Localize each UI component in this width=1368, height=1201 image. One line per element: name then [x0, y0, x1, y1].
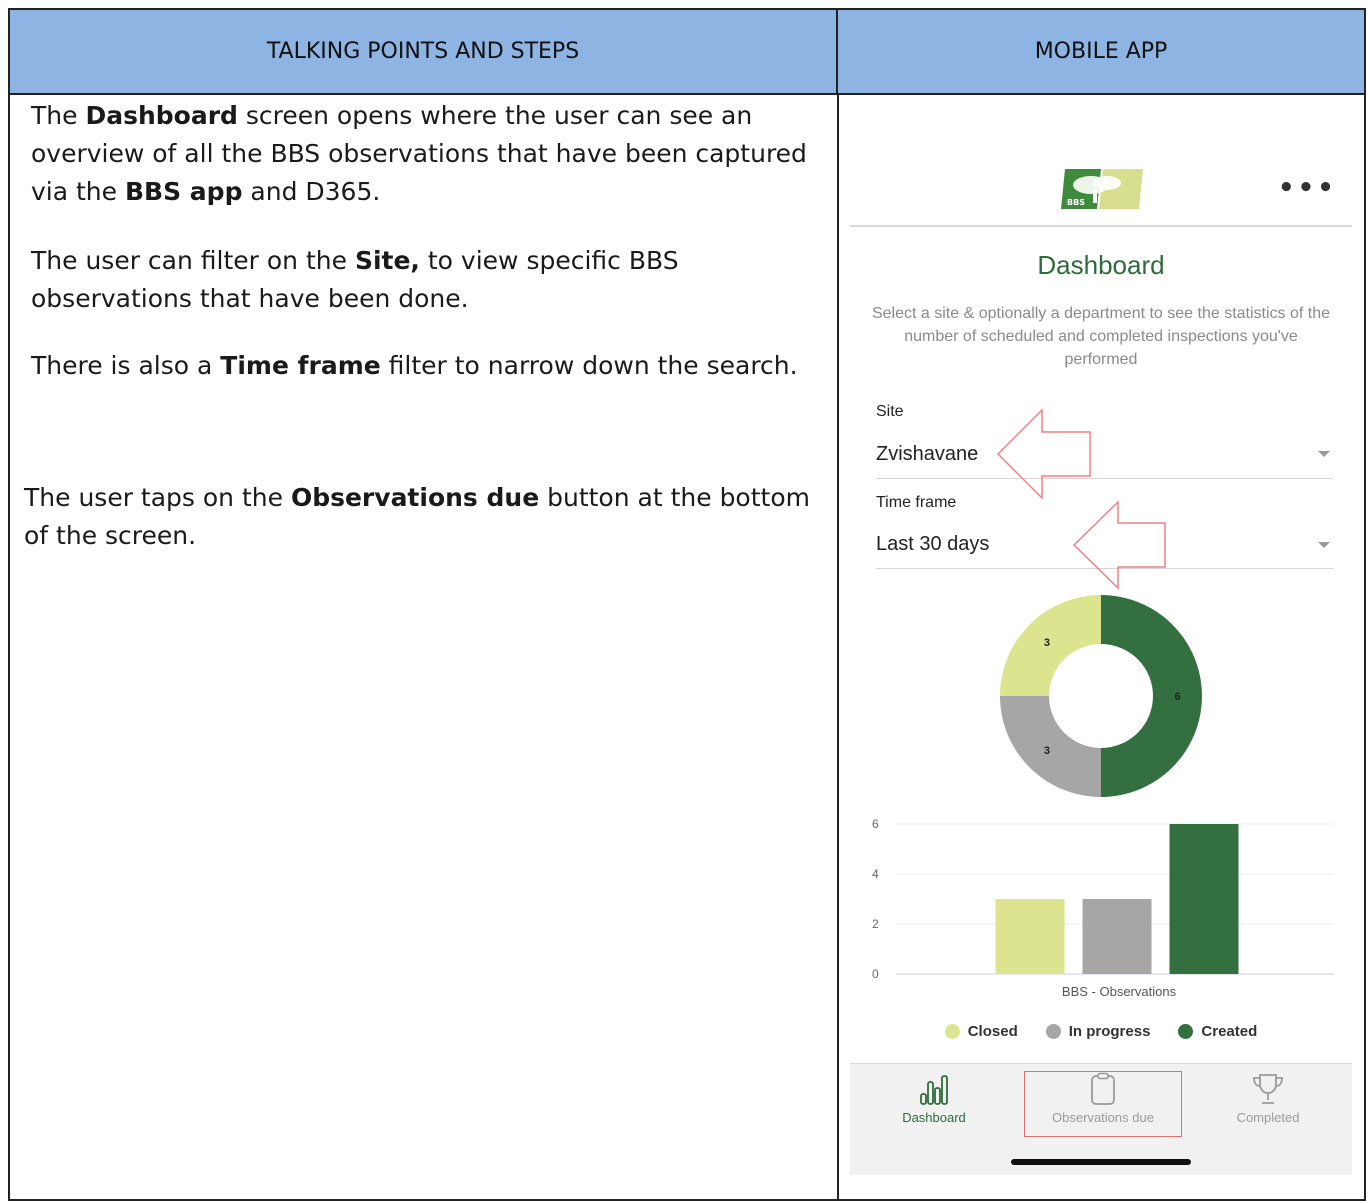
timeframe-select[interactable]: Last 30 days	[876, 533, 989, 556]
bottom-tab-bar: Dashboard Observations due Completed	[850, 1063, 1352, 1175]
clipboard-icon	[1091, 1072, 1115, 1105]
talking-point-2: The user can filter on the Site, to view…	[31, 246, 679, 313]
legend-label-in-progress: In progress	[1068, 1023, 1151, 1040]
legend-label-closed: Closed	[967, 1023, 1018, 1040]
donut-slice-closed[interactable]	[1000, 595, 1101, 696]
talking-point-4: The user taps on the Observations due bu…	[24, 483, 810, 550]
header-separator	[850, 225, 1352, 227]
tab-observations-due[interactable]: Observations due	[1033, 1064, 1173, 1134]
y-tick-label-6: 6	[872, 817, 879, 831]
closed-dot-icon	[944, 1024, 960, 1039]
site-underline	[876, 478, 1333, 479]
observations-bar-chart: 0 2 4 6 BBS - Observations	[872, 817, 1334, 999]
left-column-header: TALKING POINTS AND STEPS	[10, 10, 838, 93]
tab-observations-due-label: Observations due	[1052, 1110, 1154, 1125]
column-divider	[837, 93, 839, 1201]
observations-donut-chart: 6 3 3	[1000, 595, 1202, 797]
timeframe-chevron-down-icon[interactable]	[1318, 542, 1330, 548]
site-label: Site	[876, 403, 904, 420]
bar-closed[interactable]	[995, 899, 1065, 974]
bar-in-progress[interactable]	[1082, 899, 1152, 974]
right-column-header: MOBILE APP	[838, 10, 1364, 93]
bar-chart-icon	[920, 1075, 948, 1105]
y-tick-label-4: 4	[872, 867, 879, 881]
timeframe-label: Time frame	[876, 494, 957, 511]
in-progress-dot-icon	[1045, 1024, 1061, 1039]
donut-label-closed: 3	[1044, 637, 1050, 649]
timeframe-annotation-arrow-icon	[1072, 500, 1166, 590]
tab-dashboard[interactable]: Dashboard	[864, 1064, 1004, 1134]
chart-legend: Closed In progress Created	[850, 1023, 1352, 1040]
svg-text:BBS: BBS	[1067, 198, 1085, 207]
site-select[interactable]: Zvishavane	[876, 443, 978, 466]
y-tick-label-2: 2	[872, 917, 879, 931]
tab-dashboard-label: Dashboard	[902, 1110, 966, 1125]
donut-slice-in-progress[interactable]	[1000, 696, 1101, 797]
page-title: Dashboard	[1037, 250, 1165, 280]
tab-completed-label: Completed	[1236, 1110, 1300, 1125]
home-indicator	[1011, 1159, 1191, 1165]
talking-point-3: There is also a Time frame filter to nar…	[31, 351, 798, 380]
bar-created[interactable]	[1169, 824, 1239, 974]
site-chevron-down-icon[interactable]	[1318, 451, 1330, 457]
page-subtitle: Select a site & optionally a department …	[871, 305, 1331, 368]
legend-item-in-progress[interactable]: In progress	[1045, 1023, 1151, 1040]
created-dot-icon	[1178, 1024, 1194, 1039]
site-annotation-arrow-icon	[996, 408, 1091, 500]
donut-label-created: 6	[1174, 691, 1180, 703]
bbs-logo: BBS	[1061, 169, 1143, 209]
donut-slice-created[interactable]	[1101, 595, 1202, 797]
legend-label-created: Created	[1201, 1023, 1258, 1040]
more-dots-icon[interactable]: •••	[1278, 173, 1337, 203]
trophy-icon	[1253, 1074, 1283, 1104]
y-tick-label-0: 0	[872, 967, 879, 981]
tab-completed[interactable]: Completed	[1198, 1064, 1338, 1134]
legend-item-created[interactable]: Created	[1178, 1023, 1257, 1040]
donut-label-in-progress: 3	[1044, 745, 1050, 757]
app-content: BBS ••• Dashboard Select a site & option…	[850, 95, 1352, 1063]
x-category-label: BBS - Observations	[1062, 984, 1177, 999]
talking-point-1: The Dashboard screen opens where the use…	[31, 101, 807, 206]
legend-item-closed[interactable]: Closed	[944, 1023, 1018, 1040]
mobile-app-screenshot: BBS ••• Dashboard Select a site & option…	[850, 95, 1352, 1175]
